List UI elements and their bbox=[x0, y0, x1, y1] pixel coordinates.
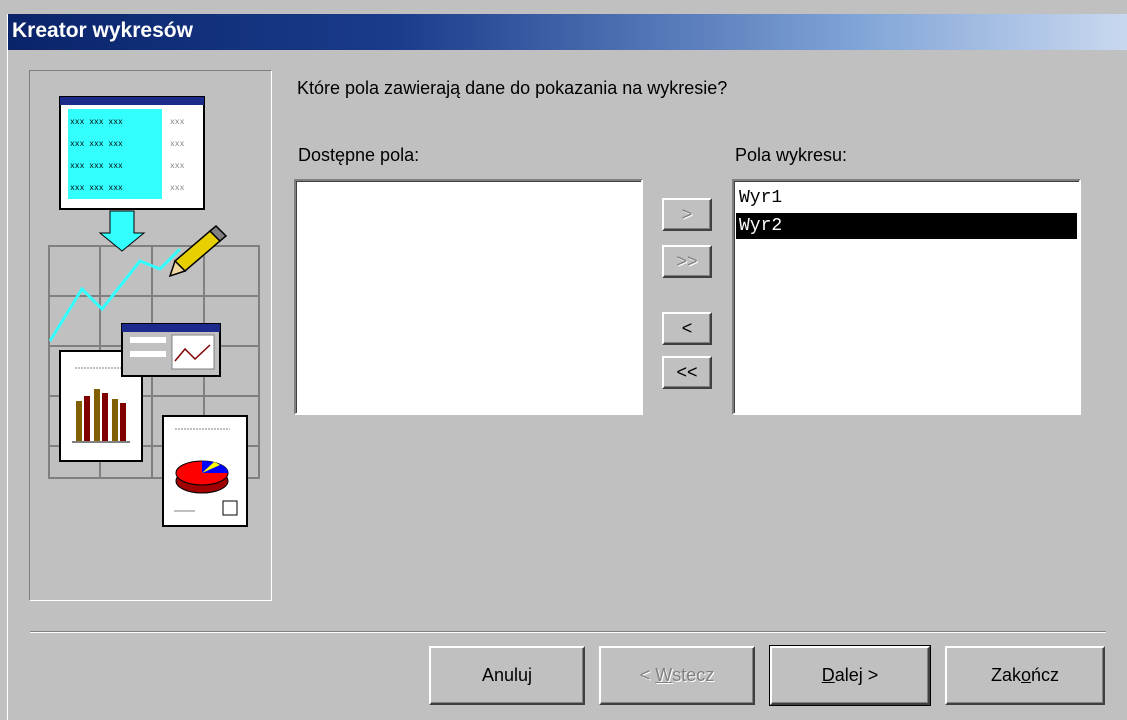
window-top-strip bbox=[0, 0, 1127, 14]
svg-text:xxx: xxx bbox=[170, 184, 185, 193]
title-bar[interactable]: Kreator wykresów bbox=[8, 14, 1127, 50]
next-mnemonic: D bbox=[821, 665, 835, 685]
finish-label: Zakończ bbox=[991, 648, 1059, 703]
chart-wizard-window: Kreator wykresów xxx xxx xxx xxx xxx xxx… bbox=[0, 0, 1127, 720]
window-left-edge bbox=[0, 14, 8, 720]
svg-text:xxx: xxx bbox=[170, 140, 185, 149]
next-rest: alej > bbox=[834, 665, 879, 685]
available-fields-list[interactable] bbox=[294, 179, 643, 415]
form-window-icon bbox=[121, 323, 221, 377]
cancel-button[interactable]: Anuluj bbox=[429, 646, 585, 705]
add-all-fields-label: >> bbox=[676, 251, 698, 271]
wizard-illustration-frame: xxx xxx xxx xxx xxx xxx xxx xxx xxx xxx … bbox=[29, 70, 272, 601]
svg-text:xxx: xxx bbox=[170, 162, 185, 171]
wizard-illustration: xxx xxx xxx xxx xxx xxx xxx xxx xxx xxx … bbox=[48, 96, 260, 527]
add-all-fields-button[interactable]: >> bbox=[662, 245, 712, 278]
back-rest: stecz bbox=[672, 665, 715, 685]
svg-text:xxx: xxx bbox=[170, 118, 185, 127]
back-prefix: < bbox=[639, 665, 656, 685]
finish-rest: ńcz bbox=[1031, 665, 1060, 685]
svg-text:xxx xxx xxx: xxx xxx xxx bbox=[70, 118, 123, 127]
remove-one-field-button[interactable]: < bbox=[662, 312, 712, 345]
pie-chart-page-icon bbox=[162, 415, 248, 527]
remove-all-fields-label: << bbox=[676, 362, 698, 382]
next-button[interactable]: Dalej > bbox=[769, 645, 931, 706]
chart-fields-list[interactable]: Wyr1 Wyr2 bbox=[732, 179, 1081, 415]
list-item[interactable]: Wyr1 bbox=[736, 185, 1077, 211]
table-icon: xxx xxx xxx xxx xxx xxx xxx xxx xxx xxx … bbox=[59, 96, 205, 210]
cancel-label: Anuluj bbox=[481, 665, 533, 685]
next-label: Dalej > bbox=[822, 648, 879, 703]
list-item-selected[interactable]: Wyr2 bbox=[736, 213, 1077, 239]
add-one-field-button[interactable]: > bbox=[662, 198, 712, 231]
back-label: < Wstecz bbox=[640, 648, 715, 703]
svg-text:xxx xxx xxx: xxx xxx xxx bbox=[70, 162, 123, 171]
window-title: Kreator wykresów bbox=[12, 19, 193, 42]
finish-mnemonic: o bbox=[1020, 665, 1031, 685]
remove-one-field-label: < bbox=[681, 318, 693, 338]
svg-text:xxx xxx xxx: xxx xxx xxx bbox=[70, 184, 123, 193]
question-label: Które pola zawierają dane do pokazania n… bbox=[297, 78, 728, 98]
available-fields-label: Dostępne pola: bbox=[298, 145, 420, 165]
footer-separator bbox=[30, 631, 1106, 633]
finish-button[interactable]: Zakończ bbox=[945, 646, 1105, 705]
finish-prefix: Zak bbox=[990, 665, 1021, 685]
back-mnemonic: W bbox=[655, 665, 673, 685]
svg-text:xxx xxx xxx: xxx xxx xxx bbox=[70, 140, 123, 149]
back-button[interactable]: < Wstecz bbox=[599, 646, 755, 705]
add-one-field-label: > bbox=[681, 204, 693, 224]
remove-all-fields-button[interactable]: << bbox=[662, 356, 712, 389]
chart-fields-label: Pola wykresu: bbox=[735, 145, 848, 165]
